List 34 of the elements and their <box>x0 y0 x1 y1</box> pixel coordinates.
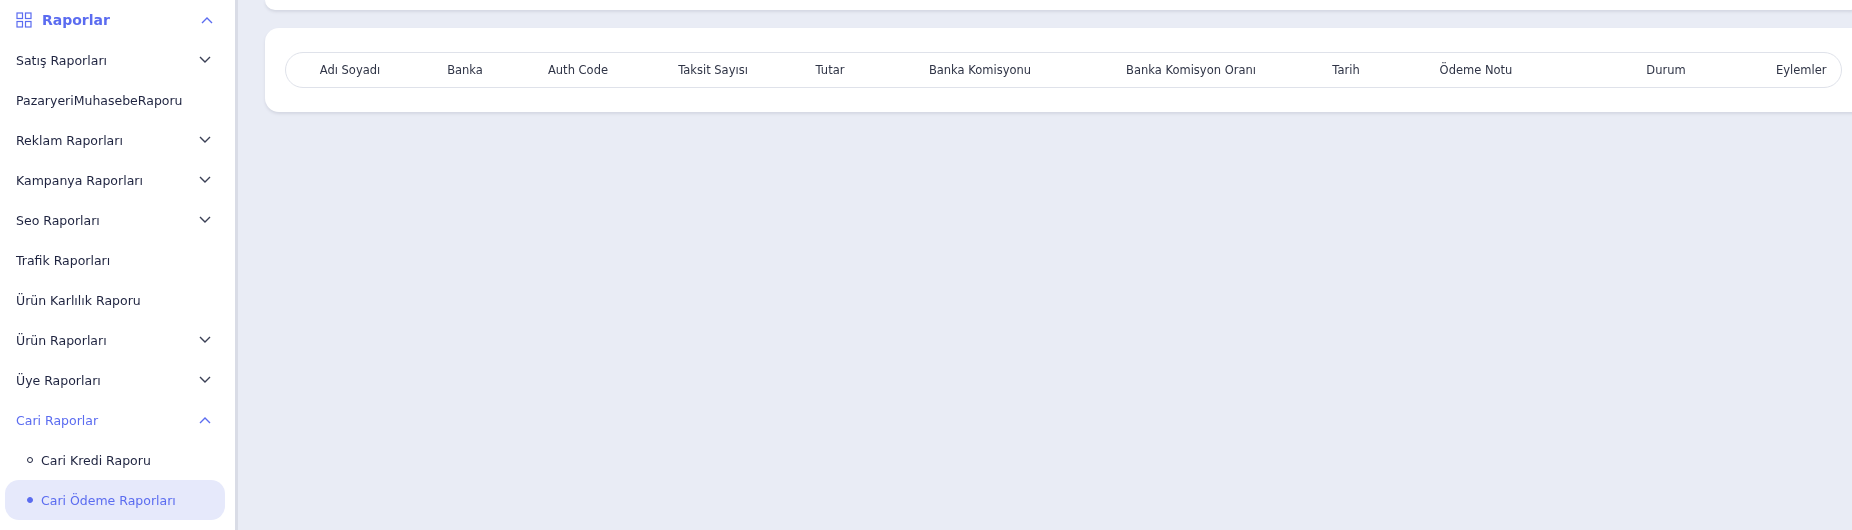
column-header: Tarih <box>1331 63 1361 77</box>
sidebar-item[interactable]: Seo Raporları <box>0 200 235 240</box>
chevron-down-icon <box>199 136 211 144</box>
sidebar-item[interactable]: Ürün Karlılık Raporu <box>0 280 235 320</box>
chevron-down-icon <box>199 216 211 224</box>
column-header: Ödeme Notu <box>1438 63 1514 77</box>
column-header: Auth Code <box>546 63 610 77</box>
sidebar-item[interactable]: Ürün Raporları <box>0 320 235 360</box>
sidebar-item[interactable]: PazaryeriMuhasebeRaporu <box>0 80 235 120</box>
grid-icon <box>16 12 32 28</box>
column-header: Durum <box>1645 63 1687 77</box>
sidebar-subitem[interactable]: Cari Kredi Raporu <box>5 440 225 480</box>
column-header: Banka <box>446 63 484 77</box>
chevron-down-icon <box>199 376 211 384</box>
column-header: Adı Soyadı <box>318 63 382 77</box>
sidebar-item[interactable]: Satış Raporları <box>0 40 235 80</box>
chevron-down-icon <box>199 56 211 64</box>
sidebar-item[interactable]: Üye Raporları <box>0 360 235 400</box>
sidebar-subitem[interactable]: Cari Ödeme Raporları <box>5 480 225 520</box>
column-header: Eylemler <box>1776 63 1827 77</box>
chevron-down-icon <box>199 336 211 344</box>
sidebar-item[interactable]: Reklam Raporları <box>0 120 235 160</box>
sidebar-item[interactable]: Trafik Raporları <box>0 240 235 280</box>
chevron-up-icon <box>199 416 211 424</box>
chevron-down-icon <box>199 176 211 184</box>
chevron-up-icon <box>201 16 213 24</box>
sidebar-section-header[interactable]: Raporlar <box>0 0 235 40</box>
column-header: Banka Komisyon Oranı <box>1125 63 1257 77</box>
bullet-icon <box>27 497 33 503</box>
column-header: Tutar <box>814 63 846 77</box>
column-header: Taksit Sayısı <box>677 63 749 77</box>
column-header: Banka Komisyonu <box>927 63 1033 77</box>
sidebar-item[interactable]: Kampanya Raporları <box>0 160 235 200</box>
sidebar-item[interactable]: Cari Raporlar <box>0 400 235 440</box>
